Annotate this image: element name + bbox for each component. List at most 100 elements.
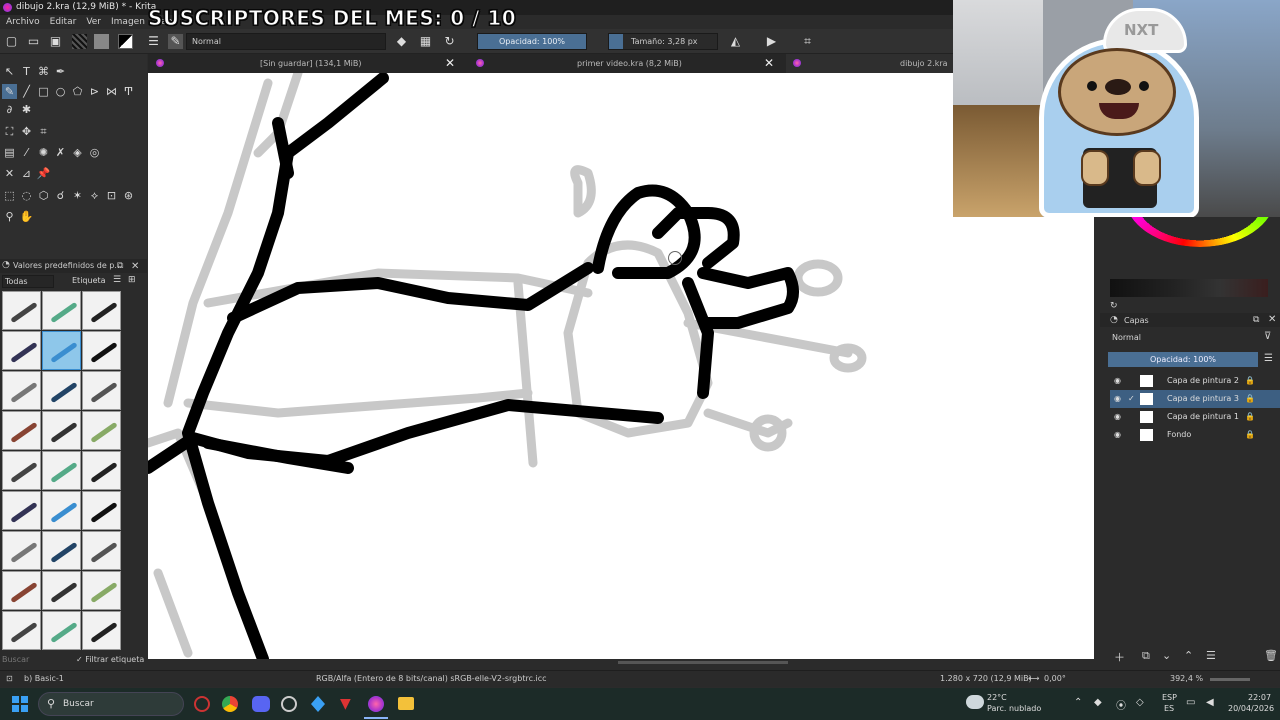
open-folder-icon[interactable]: ▭ [26,34,41,49]
windows-start-icon[interactable] [12,696,28,712]
weather-icon[interactable] [966,695,984,709]
clock-time[interactable]: 22:07 [1248,693,1271,702]
tag-label-button[interactable]: Etiqueta [60,275,120,288]
color-history-strip[interactable] [1110,279,1268,297]
brush-preset-thumbnail[interactable] [42,411,81,450]
brush-preset-thumbnail[interactable] [42,451,81,490]
bezier-select-icon[interactable]: ⊡ [104,188,119,203]
menu-ver[interactable]: Ver [86,15,101,29]
new-document-icon[interactable]: ▢ [4,34,19,49]
rectangle-tool-icon[interactable]: □ [36,84,51,99]
microphone-icon[interactable]: ⦿ [1116,697,1126,712]
docker-menu-icon[interactable]: ◔ [2,260,10,270]
gradient-icon[interactable] [72,34,87,49]
move-tool-icon[interactable]: ✥ [19,124,34,139]
visibility-eye-icon[interactable]: ◉ [1114,372,1121,390]
add-layer-icon[interactable]: ＋ [1114,649,1125,665]
rect-select-icon[interactable]: ⬚ [2,188,17,203]
close-tab-icon[interactable]: ✕ [445,54,455,73]
polygon-select-icon[interactable]: ⬡ [36,188,51,203]
brush-preset-thumbnail[interactable] [2,371,41,410]
magnetic-select-icon[interactable]: ⊛ [121,188,136,203]
opera-icon[interactable] [194,696,210,712]
layer-lock-icon[interactable]: 🔒 [1245,408,1255,426]
eraser-icon[interactable]: ◆ [394,34,409,49]
brush-preset-thumbnail[interactable] [42,491,81,530]
layer-properties-icon[interactable]: ☰ [1206,649,1216,662]
menu-editar[interactable]: Editar [50,15,77,29]
edit-shape-icon[interactable]: ⌘ [36,64,51,79]
brush-preset-thumbnail[interactable] [2,571,41,610]
brush-preset-thumbnail[interactable] [2,451,41,490]
brush-preset-thumbnail[interactable] [42,291,81,330]
language-label[interactable]: ESP [1162,693,1177,702]
tray-chevron-icon[interactable]: ⌃ [1074,697,1082,708]
brush-preset-thumbnail[interactable] [42,331,81,370]
brush-preset-thumbnail[interactable] [2,611,41,650]
horizontal-scrollbar[interactable] [148,659,1094,667]
reload-preset-icon[interactable]: ↻ [442,34,457,49]
save-icon[interactable]: ▣ [48,34,63,49]
discord-icon[interactable] [252,696,270,712]
delete-layer-icon[interactable]: 🗑 [1264,649,1278,662]
view-menu-icon[interactable]: ☰ [113,275,121,285]
brush-preset-thumbnail[interactable] [42,571,81,610]
polygon-tool-icon[interactable]: ⬠ [70,84,85,99]
smart-patch-icon[interactable]: ✺ [36,145,51,160]
color-picker-icon[interactable]: ⁄ [19,145,34,160]
layer-lock-icon[interactable]: 🔒 [1245,372,1255,390]
rotation-icon[interactable]: ⟷ [1028,674,1039,683]
tray-status-icon[interactable]: ◇ [1136,697,1144,708]
transform-tool-icon[interactable]: ⛶ [2,124,17,139]
float-docker-icon[interactable]: ⧉ [117,261,123,271]
float-docker-icon[interactable]: ⧉ [1253,315,1259,325]
bucket-tool-icon[interactable]: ◈ [70,145,85,160]
layer-lock-icon[interactable]: 🔒 [1245,390,1255,408]
mirror-vertical-icon[interactable]: ▶ [764,34,779,49]
fill-tool-icon[interactable]: ✗ [53,145,68,160]
layer-row[interactable]: ◉ Capa de pintura 2 🔒 [1110,372,1280,390]
refresh-icon[interactable]: ↻ [1110,301,1118,311]
measure-tool-icon[interactable]: ⊿ [19,166,34,181]
move-down-icon[interactable]: ⌄ [1162,649,1171,662]
enclose-fill-icon[interactable]: ◎ [87,145,102,160]
alpha-lock-icon[interactable]: ▦ [418,34,433,49]
crop-icon[interactable]: ⌗ [800,34,815,49]
tag-filter-select[interactable]: Todas [2,275,54,288]
brave-icon[interactable]: ▼ [340,696,356,712]
obs-icon[interactable] [281,696,297,712]
import-preset-icon[interactable]: ⊞ [128,275,136,285]
brush-preset-thumbnail[interactable] [82,571,121,610]
mirror-horizontal-icon[interactable]: ◭ [728,34,743,49]
ellipse-select-icon[interactable]: ◌ [19,188,34,203]
blend-mode-select[interactable]: Normal [186,33,386,50]
zoom-slider[interactable] [1210,678,1250,681]
zoom-status[interactable]: 392,4 % [1170,674,1203,683]
layer-row-selected[interactable]: ◉ ✓ Capa de pintura 3 🔒 [1110,390,1280,408]
visibility-eye-icon[interactable]: ◉ [1114,426,1121,444]
assistant-tool-icon[interactable]: ✕ [2,166,17,181]
brush-preset-thumbnail[interactable] [82,491,121,530]
menu-archivo[interactable]: Archivo [6,15,40,29]
multibrush-icon[interactable]: ✱ [19,102,34,117]
size-slider[interactable]: Tamaño: 3,28 px [608,33,718,50]
brush-settings-icon[interactable]: ☰ [146,34,161,49]
gradient-tool-icon[interactable]: ▤ [2,145,17,160]
brush-preset-thumbnail[interactable] [42,611,81,650]
volume-icon[interactable]: ◀ [1206,697,1214,708]
color-selector[interactable] [1110,217,1278,272]
visibility-eye-icon[interactable]: ◉ [1114,408,1121,426]
ellipse-tool-icon[interactable]: ○ [53,84,68,99]
duplicate-layer-icon[interactable]: ⧉ [1142,649,1150,663]
layer-row[interactable]: ◉ Capa de pintura 1 🔒 [1110,408,1280,426]
polyline-tool-icon[interactable]: ⊳ [87,84,102,99]
reference-tool-icon[interactable]: 📌 [36,166,51,181]
brush-preset-thumbnail[interactable] [82,411,121,450]
filter-icon[interactable]: ⊽ [1264,331,1271,342]
brush-preset-thumbnail[interactable] [2,331,41,370]
brush-preset-thumbnail[interactable] [2,491,41,530]
brush-preset-thumbnail[interactable] [82,451,121,490]
freehand-brush-icon[interactable]: ✎ [2,84,17,99]
brush-preset-thumbnail[interactable] [2,291,41,330]
preset-search-input[interactable]: Buscar [2,655,72,666]
